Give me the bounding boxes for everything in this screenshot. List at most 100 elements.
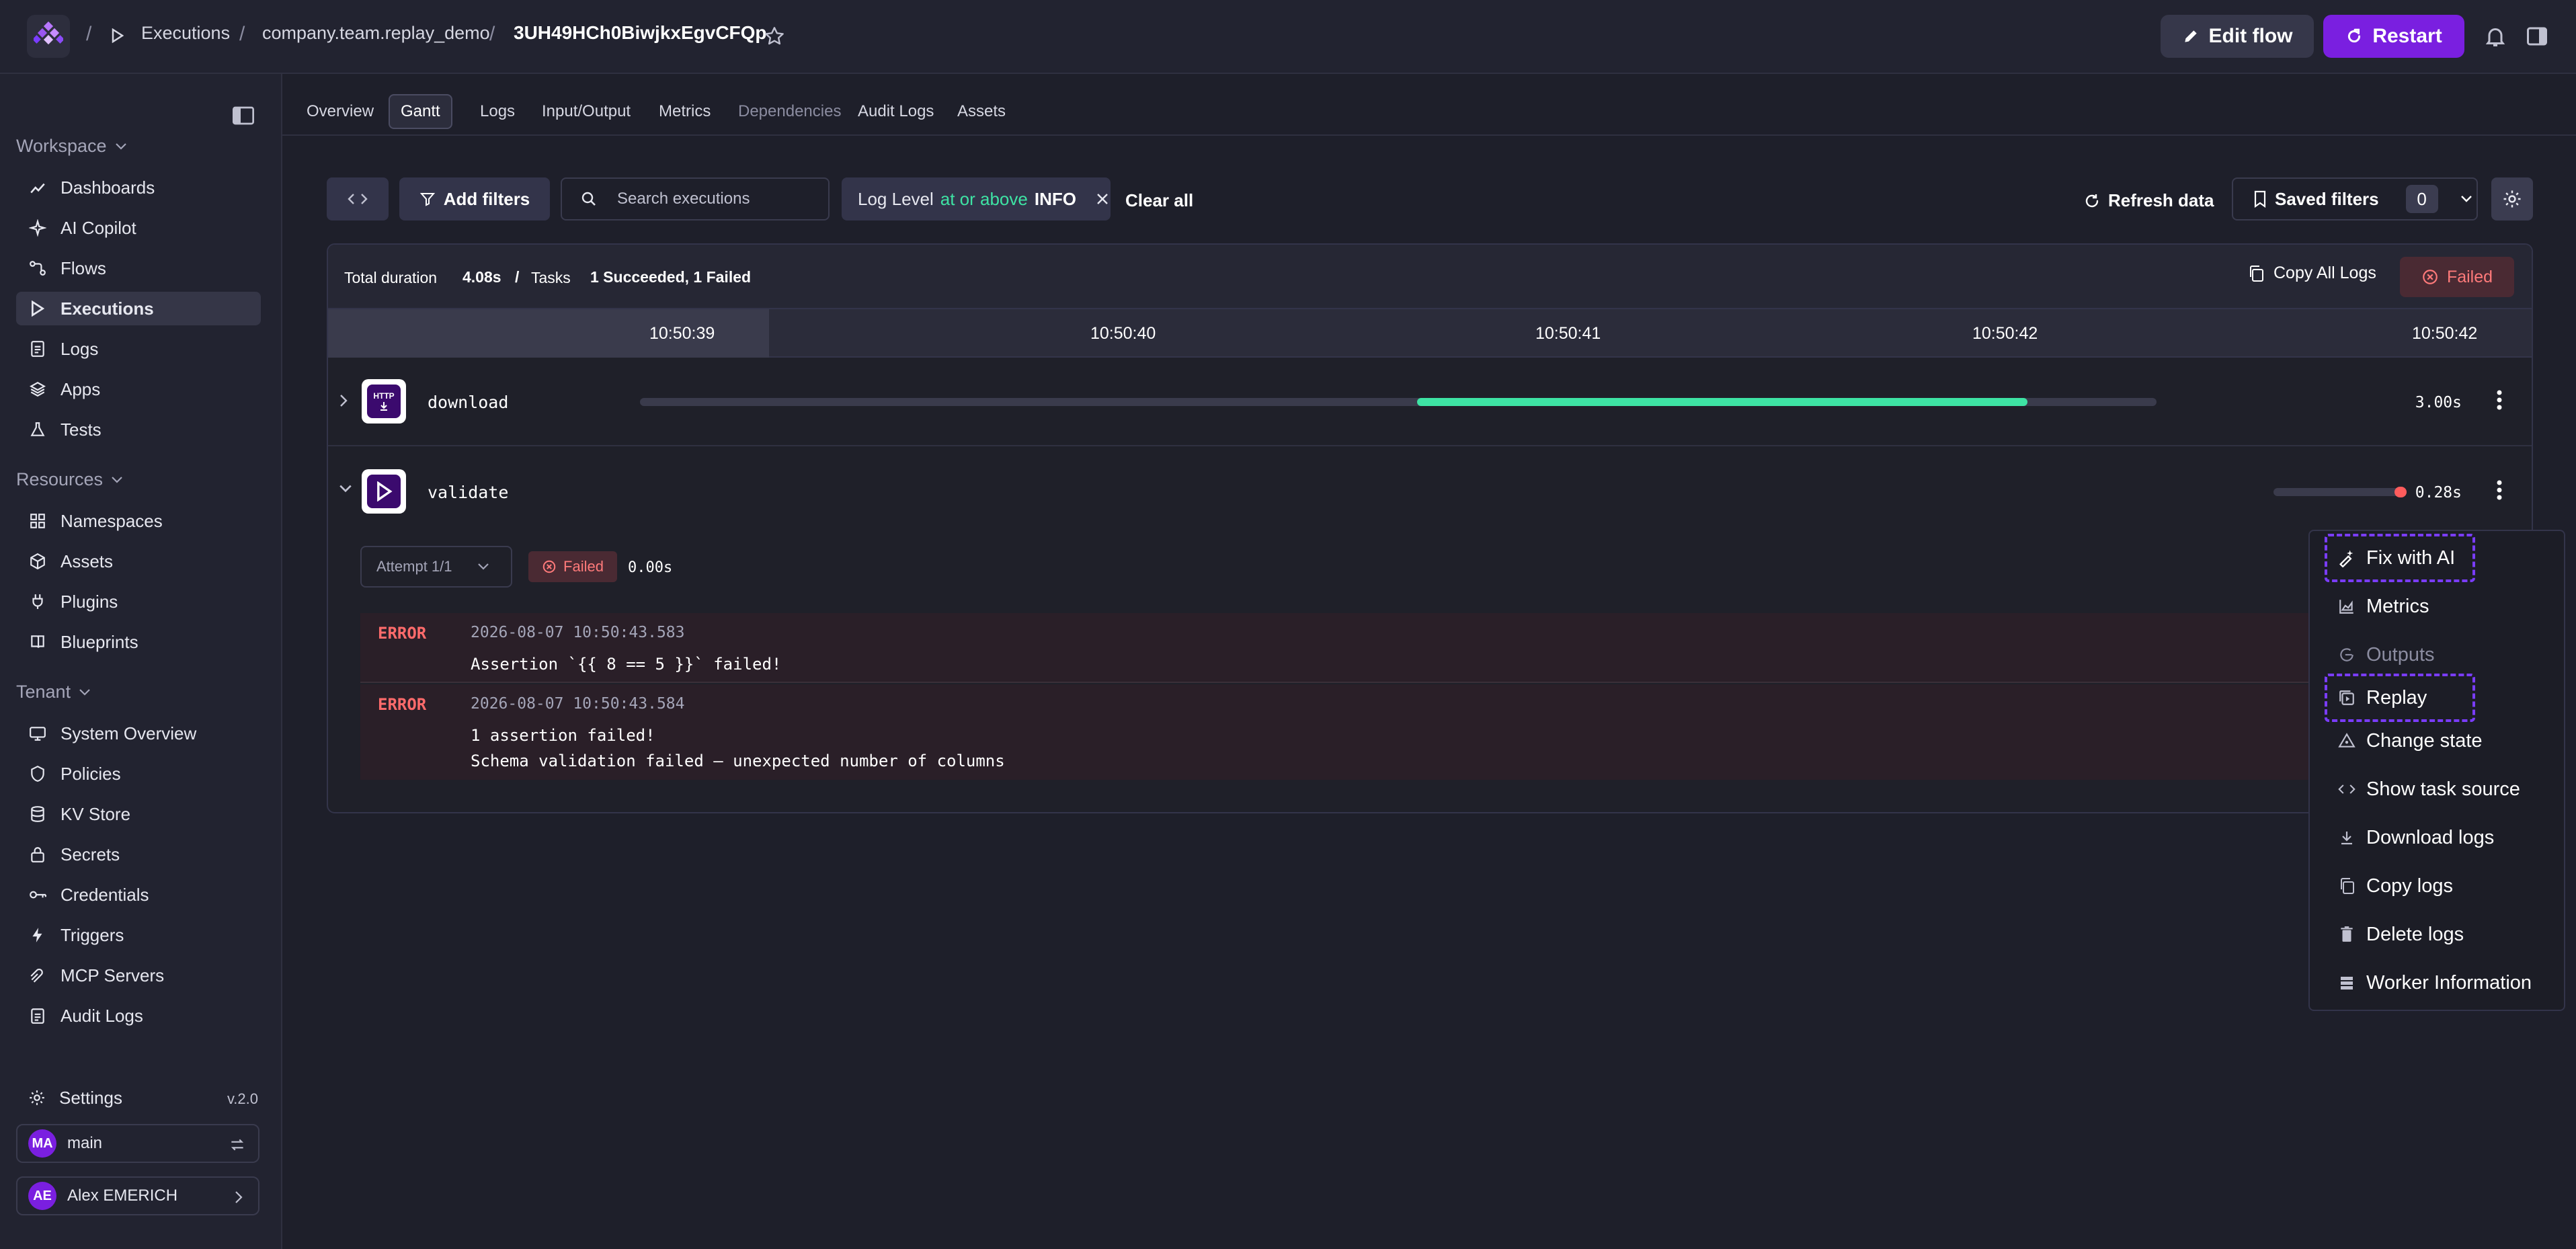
- section-resources[interactable]: Resources: [16, 469, 123, 490]
- chevron-right-icon[interactable]: [339, 394, 348, 407]
- tab-dependencies[interactable]: Dependencies: [727, 94, 852, 129]
- more-vertical-icon[interactable]: [2497, 390, 2502, 410]
- task-row-download[interactable]: HTTP download 3.00s: [328, 358, 2532, 446]
- sidebar-item-blueprints[interactable]: Blueprints: [16, 625, 261, 659]
- refresh-icon: [2085, 194, 2099, 207]
- sidebar-item-settings[interactable]: Settings: [16, 1081, 261, 1115]
- layers-icon: [30, 382, 46, 397]
- download-arrow-icon: [380, 402, 387, 411]
- bell-icon[interactable]: [2483, 24, 2507, 48]
- http-download-icon: HTTP: [362, 379, 406, 424]
- clear-all-button[interactable]: Clear all: [1125, 190, 1193, 211]
- menu-item-metrics[interactable]: Metrics: [2337, 588, 2559, 625]
- sidebar-item-tests[interactable]: Tests: [16, 413, 261, 446]
- add-filters-button[interactable]: Add filters: [399, 177, 550, 220]
- section-tenant[interactable]: Tenant: [16, 682, 91, 702]
- sidebar-item-kv-store[interactable]: KV Store: [16, 797, 261, 831]
- task-row-validate[interactable]: validate 0.28s: [328, 448, 2532, 536]
- star-icon[interactable]: [764, 26, 785, 47]
- search-icon: [581, 192, 596, 206]
- chevron-down-icon: [79, 688, 90, 696]
- tab-logs[interactable]: Logs: [469, 94, 526, 129]
- toggle-code-button[interactable]: [327, 177, 389, 220]
- sidebar-item-label: Dashboards: [61, 177, 155, 198]
- breadcrumb-namespace[interactable]: company.team.replay_demo: [262, 23, 490, 44]
- log-message: Schema validation failed — unexpected nu…: [471, 752, 1005, 770]
- user-menu[interactable]: AE Alex EMERICH: [16, 1176, 259, 1215]
- search-input[interactable]: Search executions: [561, 177, 830, 220]
- sidebar-item-mcp-servers[interactable]: MCP Servers: [16, 959, 261, 992]
- copy-icon: [2250, 265, 2263, 282]
- sidebar-item-executions[interactable]: Executions: [16, 292, 261, 325]
- assertion-icon: [362, 469, 406, 514]
- menu-item-label: Worker Information: [2366, 971, 2532, 994]
- attempt-duration: 0.00s: [628, 559, 673, 576]
- sidebar-item-policies[interactable]: Policies: [16, 757, 261, 791]
- attempt-status-badge: Failed: [528, 551, 617, 582]
- tab-audit-logs[interactable]: Audit Logs: [847, 94, 944, 129]
- settings-button[interactable]: [2491, 177, 2533, 220]
- copy-icon: [2341, 878, 2354, 894]
- chevron-down-icon: [112, 476, 122, 483]
- task-context-menu: Fix with AI Metrics Outputs Replay Chang…: [2308, 530, 2565, 1011]
- sidebar-item-credentials[interactable]: Credentials: [16, 878, 261, 912]
- sidebar-item-system-overview[interactable]: System Overview: [16, 717, 261, 750]
- sidebar-item-assets[interactable]: Assets: [16, 545, 261, 578]
- tab-input-output[interactable]: Input/Output: [531, 94, 641, 129]
- copy-all-logs-button[interactable]: Copy All Logs: [2248, 264, 2376, 283]
- refresh-label: Refresh data: [2108, 190, 2214, 210]
- sidebar-item-label: Plugins: [61, 591, 118, 612]
- tab-overview[interactable]: Overview: [296, 94, 385, 129]
- attempt-select[interactable]: Attempt 1/1: [360, 546, 512, 588]
- menu-item-download-logs[interactable]: Download logs: [2337, 819, 2559, 856]
- log-level-filter-chip[interactable]: Log Level at or above INFO: [842, 177, 1111, 220]
- namespace-switcher[interactable]: MA main: [16, 1124, 259, 1163]
- sidebar-item-flows[interactable]: Flows: [16, 251, 261, 285]
- top-bar: / Executions / company.team.replay_demo …: [0, 0, 2576, 74]
- menu-item-copy-logs[interactable]: Copy logs: [2337, 867, 2559, 905]
- sidebar-item-logs[interactable]: Logs: [16, 332, 261, 366]
- box-icon: [30, 553, 45, 570]
- sidebar-item-apps[interactable]: Apps: [16, 372, 261, 406]
- refresh-data-button[interactable]: Refresh data: [2084, 190, 2214, 211]
- panel-toggle-icon[interactable]: [2525, 24, 2549, 48]
- sidebar-item-namespaces[interactable]: Namespaces: [16, 504, 261, 538]
- sidebar-item-triggers[interactable]: Triggers: [16, 918, 261, 952]
- sidebar-item-dashboards[interactable]: Dashboards: [16, 171, 261, 204]
- sidebar-item-audit-logs[interactable]: Audit Logs: [16, 999, 261, 1033]
- section-workspace[interactable]: Workspace: [16, 136, 127, 157]
- menu-item-worker-information[interactable]: Worker Information: [2337, 964, 2559, 1002]
- menu-item-delete-logs[interactable]: Delete logs: [2337, 916, 2559, 953]
- shield-icon: [31, 765, 44, 782]
- attempt-label: Attempt 1/1: [376, 558, 452, 575]
- more-vertical-icon[interactable]: [2497, 480, 2502, 500]
- task-duration: 0.28s: [2415, 484, 2462, 501]
- sidebar-item-secrets[interactable]: Secrets: [16, 838, 261, 871]
- sparkle-icon: [29, 219, 46, 237]
- menu-item-change-state[interactable]: Change state: [2337, 722, 2559, 760]
- edit-flow-button[interactable]: Edit flow: [2161, 15, 2314, 58]
- tab-gantt[interactable]: Gantt: [389, 94, 452, 129]
- chevron-down-icon[interactable]: [339, 484, 352, 493]
- tab-metrics[interactable]: Metrics: [648, 94, 721, 129]
- lock-icon: [31, 847, 44, 862]
- sidebar-collapse-icon[interactable]: [233, 106, 254, 125]
- restart-button[interactable]: Restart: [2323, 15, 2464, 58]
- key-icon: [30, 891, 46, 899]
- sidebar-item-label: Policies: [61, 763, 121, 784]
- task-name: download: [428, 393, 509, 412]
- tab-assets[interactable]: Assets: [947, 94, 1016, 129]
- breadcrumb-executions[interactable]: Executions: [141, 23, 230, 44]
- restart-icon: [2348, 28, 2361, 43]
- close-icon[interactable]: [1095, 192, 1110, 206]
- menu-item-show-task-source[interactable]: Show task source: [2337, 770, 2559, 808]
- sidebar-item-ai-copilot[interactable]: AI Copilot: [16, 211, 261, 245]
- clipboard-icon: [31, 1008, 44, 1024]
- sidebar-item-plugins[interactable]: Plugins: [16, 585, 261, 618]
- log-level: ERROR: [378, 624, 427, 643]
- copy-all-logs-label: Copy All Logs: [2273, 264, 2376, 282]
- saved-filters-count: 0: [2405, 185, 2438, 213]
- app-logo[interactable]: [27, 15, 70, 58]
- saved-filters-dropdown[interactable]: Saved filters 0: [2232, 177, 2478, 220]
- menu-item-outputs[interactable]: Outputs: [2337, 636, 2559, 674]
